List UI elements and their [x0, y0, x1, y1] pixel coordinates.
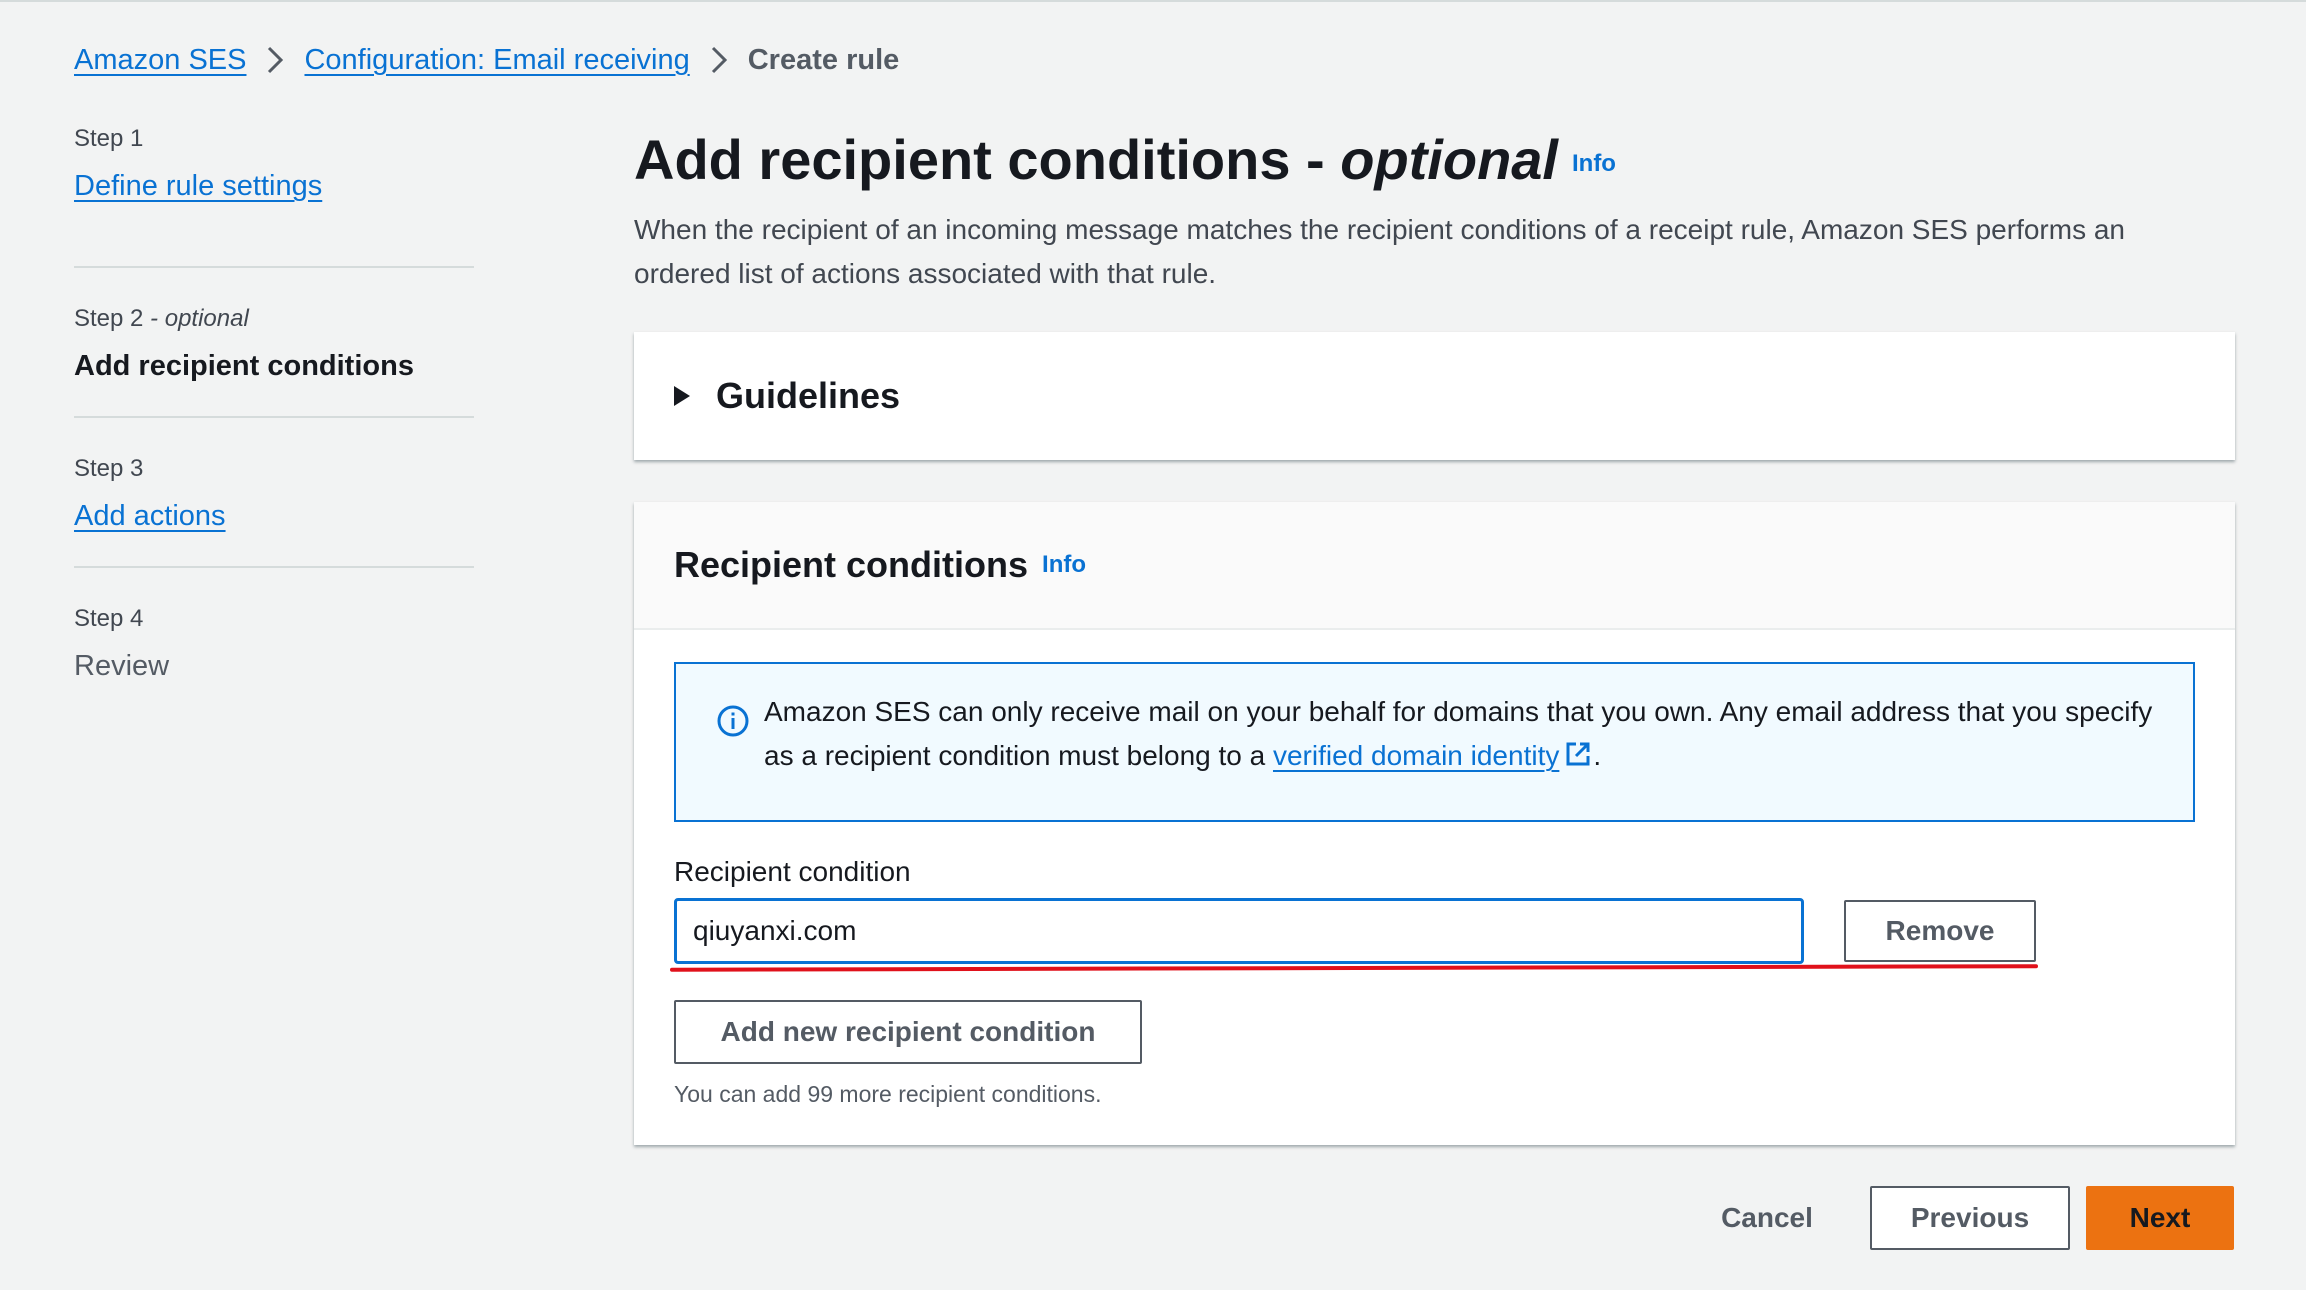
step-2: Step 2 - optional Add recipient conditio…: [74, 268, 474, 418]
guidelines-expander[interactable]: Guidelines: [634, 332, 2235, 460]
guidelines-title: Guidelines: [716, 375, 901, 416]
recipient-conditions-panel: Recipient conditions Info Amazon SES can…: [634, 502, 2235, 1145]
chevron-right-icon: [690, 40, 748, 80]
add-new-recipient-condition-button[interactable]: Add new recipient condition: [674, 1000, 1142, 1064]
page-description: When the recipient of an incoming messag…: [634, 214, 2125, 289]
step-number: Step 1: [74, 125, 144, 152]
previous-button[interactable]: Previous: [1870, 1186, 2070, 1250]
step-optional-label: - optional: [143, 305, 249, 332]
info-circle-icon: [716, 704, 750, 738]
next-button[interactable]: Next: [2086, 1186, 2234, 1250]
panel-title: Recipient conditions: [674, 544, 1029, 585]
main-header: Add recipient conditions - optional Info …: [634, 120, 2235, 296]
wizard-steps: Step 1 Define rule settings Step 2 - opt…: [74, 118, 474, 718]
step-number: Step 4: [74, 605, 144, 632]
breadcrumb: Amazon SES Configuration: Email receivin…: [74, 40, 899, 80]
step-title-review: Review: [74, 650, 170, 682]
step-1: Step 1 Define rule settings: [74, 118, 474, 268]
recipient-condition-input[interactable]: [674, 898, 1804, 964]
info-link[interactable]: Info: [1572, 150, 1616, 177]
external-link-icon: [1563, 738, 1593, 768]
remove-button[interactable]: Remove: [1844, 900, 2036, 962]
annotation-underline: [669, 964, 2039, 972]
breadcrumb-email-receiving[interactable]: Configuration: Email receiving: [304, 44, 689, 77]
page: Amazon SES Configuration: Email receivin…: [0, 0, 2306, 1290]
cancel-button[interactable]: Cancel: [1702, 1186, 1832, 1250]
recipient-condition-label: Recipient condition: [674, 856, 911, 887]
info-alert: Amazon SES can only receive mail on your…: [674, 662, 2195, 822]
page-title: Add recipient conditions - optional Info: [634, 128, 1616, 191]
chevron-right-icon: [246, 40, 304, 80]
top-divider: [0, 0, 2306, 2]
verified-domain-identity-link[interactable]: verified domain identity: [1273, 740, 1559, 771]
step-title-current: Add recipient conditions: [74, 350, 414, 382]
step-number: Step 3: [74, 455, 144, 482]
step-3: Step 3 Add actions: [74, 418, 474, 568]
info-link[interactable]: Info: [1042, 551, 1086, 579]
conditions-hint: You can add 99 more recipient conditions…: [674, 1081, 1102, 1107]
step-link-add-actions[interactable]: Add actions: [74, 500, 226, 532]
panel-header: Recipient conditions Info: [634, 502, 2235, 630]
step-link-define-rule-settings[interactable]: Define rule settings: [74, 170, 322, 202]
breadcrumb-current: Create rule: [747, 43, 900, 76]
alert-text: Amazon SES can only receive mail on your…: [764, 696, 2153, 771]
breadcrumb-amazon-ses[interactable]: Amazon SES: [74, 44, 246, 77]
caret-right-icon: [674, 386, 690, 406]
step-number: Step 2 - optional: [74, 305, 249, 332]
step-4: Step 4 Review: [74, 568, 474, 718]
